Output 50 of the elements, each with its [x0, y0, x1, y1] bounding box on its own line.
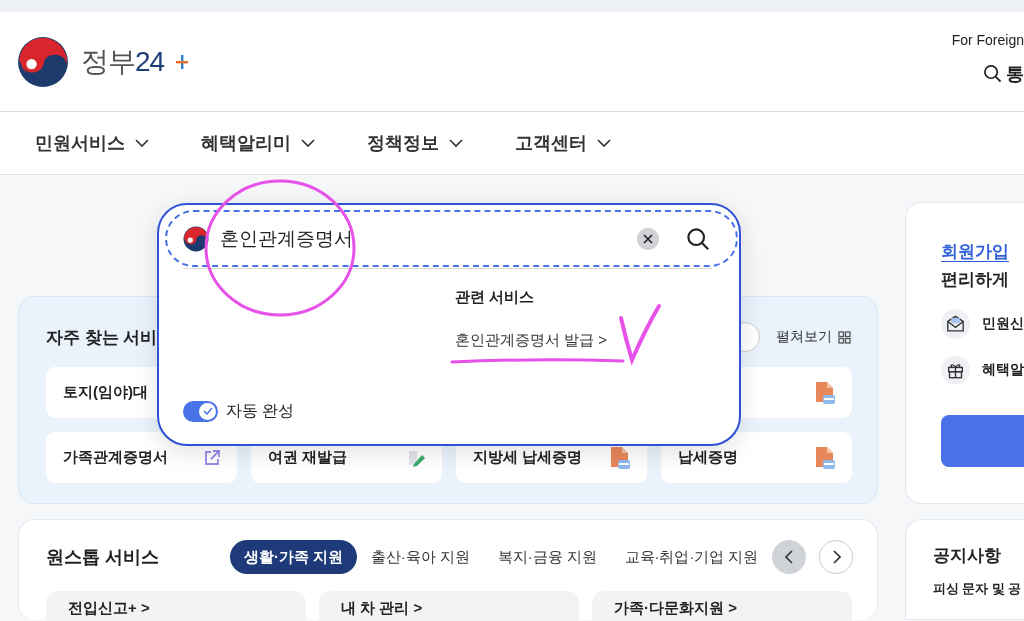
category-tab[interactable]: 출산·육아 지원 [356, 540, 484, 574]
section-title: 자주 찾는 서비 [46, 326, 158, 349]
section-title: 원스톱 서비스 [46, 546, 160, 569]
notice-item[interactable]: 피싱 문자 및 공 [933, 581, 1024, 598]
clear-icon[interactable] [637, 227, 659, 250]
next-button[interactable] [819, 540, 854, 574]
service-card[interactable]: 납세증명 [661, 432, 852, 483]
section-title: 공지사항 [933, 545, 1002, 567]
language-link[interactable]: For Foreign [951, 31, 1024, 48]
signup-heading: 회원가입 [941, 241, 1010, 262]
plus-icon [176, 54, 189, 69]
logo-icon [183, 225, 209, 252]
external-link-icon [203, 448, 221, 467]
nav-menu-item[interactable]: 고객센터 [515, 131, 611, 155]
logo-icon [17, 35, 69, 88]
nav-menu-item[interactable]: 민원서비스 [35, 131, 149, 155]
category-tab[interactable]: 생활·가족 지원 [230, 540, 357, 574]
chevron-right-icon [831, 550, 841, 564]
category-tab[interactable]: 교육·취업·기업 지원 [610, 540, 773, 574]
service-card[interactable]: 내 차 관리 > [319, 591, 579, 621]
pdf-file-icon [814, 445, 836, 470]
category-tab[interactable]: 복지·금융 지원 [483, 540, 611, 574]
search-icon[interactable] [983, 64, 1002, 83]
feature-label: 민원신 [982, 315, 1024, 333]
pencil-icon [408, 448, 426, 467]
envelope-icon [941, 307, 970, 341]
grid-icon [838, 330, 851, 344]
feature-label: 혜택알 [982, 361, 1024, 379]
related-heading: 관련 서비스 [455, 288, 536, 307]
expand-link[interactable]: 펼쳐보기 [776, 328, 851, 346]
service-card[interactable]: 가족·다문화지원 > [592, 591, 852, 621]
search-input[interactable]: 혼인관계증명서 [220, 227, 626, 250]
gift-icon [941, 353, 970, 387]
logo-text[interactable]: 정부24 [81, 42, 165, 81]
related-service-link[interactable]: 혼인관계증명서 발급 > [455, 331, 608, 350]
check-icon [202, 407, 213, 416]
toggle-switch[interactable] [183, 401, 218, 422]
chevron-down-icon [449, 138, 463, 148]
search-icon[interactable] [686, 226, 710, 251]
signup-subheading: 편리하게 [941, 269, 1010, 290]
chevron-down-icon [597, 138, 611, 148]
search-link[interactable]: 통 [983, 61, 1024, 86]
chevron-down-icon [301, 138, 315, 148]
pdf-file-icon [814, 380, 836, 405]
nav-menu-item[interactable]: 혜택알리미 [201, 131, 315, 155]
service-card[interactable]: 가족관계증명서 [46, 432, 237, 483]
chevron-down-icon [135, 138, 149, 148]
chevron-left-icon [784, 550, 794, 564]
service-card[interactable]: 전입신고+ > [46, 591, 306, 621]
nav-menu-item[interactable]: 정책정보 [367, 131, 463, 155]
